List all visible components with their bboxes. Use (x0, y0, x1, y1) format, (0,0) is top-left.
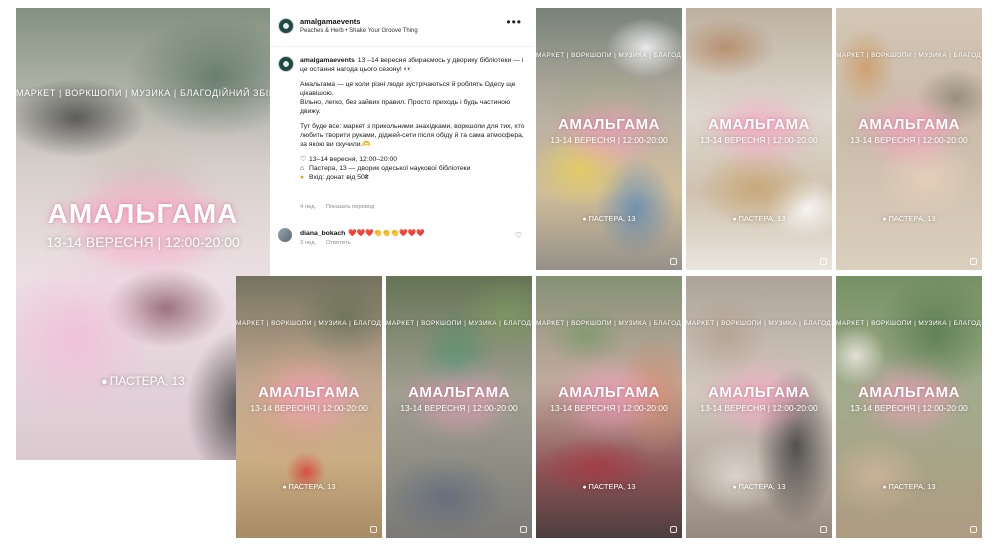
instagram-collage: МАРКЕТ | ВОРКШОПИ | МУЗИКА | БЛАГОДІЙНИЙ… (0, 0, 1000, 548)
story-title: АМАЛЬГАМА (258, 384, 360, 401)
comment-row: diana_bokach ❤️❤️❤️👏👏👏❤️❤️❤️ 3 нед. Ответ… (278, 226, 524, 248)
story-categories: МАРКЕТ | ВОРКШОПИ | МУЗИКА | БЛАГОДІЙНИЙ… (836, 320, 982, 327)
house-icon: ⌂ (300, 165, 305, 172)
story-title: АМАЛЬГАМА (47, 198, 239, 229)
detail-place: ⌂ Пастера, 13 — дворик одеської наукової … (300, 165, 471, 172)
comment-username[interactable]: diana_bokach (300, 230, 345, 237)
caption-username[interactable]: amalgamaevents (300, 57, 355, 64)
story-title: АМАЛЬГАМА (408, 384, 510, 401)
post-username[interactable]: amalgamaevents (300, 17, 360, 26)
story-date: 13-14 ВЕРЕСНЯ | 12:00-20:00 (400, 403, 518, 413)
story-tile-bottom-5[interactable]: МАРКЕТ | ВОРКШОПИ | МУЗИКА | БЛАГОДІЙНИЙ… (836, 276, 982, 538)
story-location: ● ПАСТЕРА, 13 (732, 214, 786, 223)
story-categories: МАРКЕТ | ВОРКШОПИ | МУЗИКА | БЛАГОДІЙНИЙ… (536, 52, 682, 59)
detail-date: ♡ 13–14 вересня, 12:00–20:00 (300, 156, 398, 163)
caption-meta: 4 нед. Показать перевод (300, 204, 382, 210)
location-pin-icon: ● (732, 484, 737, 491)
story-date: 13-14 ВЕРЕСНЯ | 12:00-20:00 (850, 403, 968, 413)
story-categories: МАРКЕТ | ВОРКШОПИ | МУЗИКА | БЛАГОДІЙНИЙ… (16, 88, 270, 98)
location-pin-icon: ● (732, 216, 737, 223)
caption-avatar[interactable] (278, 56, 294, 72)
story-title: АМАЛЬГАМА (558, 116, 660, 133)
location-pin-icon: ● (582, 216, 587, 223)
like-heart-icon[interactable]: ♡ (515, 231, 522, 240)
story-title: АМАЛЬГАМА (858, 116, 960, 133)
story-location: ● ПАСТЕРА, 13 (882, 214, 936, 223)
comment-text: diana_bokach ❤️❤️❤️👏👏👏❤️❤️❤️ (300, 230, 425, 237)
location-pin-icon: ● (882, 216, 887, 223)
location-pin-icon: ● (101, 376, 108, 388)
story-tile-bottom-1[interactable]: МАРКЕТ | ВОРКШОПИ | МУЗИКА | БЛАГОДІЙНИЙ… (236, 276, 382, 538)
story-date: 13-14 ВЕРЕСНЯ | 12:00-20:00 (700, 403, 818, 413)
audio-track[interactable]: Peaches & Herb • Shake Your Groove Thing (300, 28, 418, 34)
story-title: АМАЛЬГАМА (708, 116, 810, 133)
reel-icon (970, 526, 977, 533)
story-date: 13-14 ВЕРЕСНЯ | 12:00-20:00 (46, 234, 240, 250)
comment-time: 3 нед. (300, 240, 317, 246)
story-tile-top-2[interactable]: АМАЛЬГАМА 13-14 ВЕРЕСНЯ | 12:00-20:00 ● П… (686, 8, 832, 270)
story-categories: МАРКЕТ | ВОРКШОПИ | МУЗИКА | БЛАГОДІЙНИЙ… (686, 320, 832, 327)
location-pin-icon: ● (582, 484, 587, 491)
commenter-avatar[interactable] (278, 228, 292, 242)
story-categories: МАРКЕТ | ВОРКШОПИ | МУЗИКА | БЛАГОДІЙНИЙ… (386, 320, 532, 327)
story-tile-big[interactable]: МАРКЕТ | ВОРКШОПИ | МУЗИКА | БЛАГОДІЙНИЙ… (16, 8, 270, 460)
reel-icon (370, 526, 377, 533)
reel-icon (820, 526, 827, 533)
story-title: АМАЛЬГАМА (558, 384, 660, 401)
caption-time: 4 нед. (300, 204, 317, 210)
reply-link[interactable]: Ответить (326, 240, 351, 246)
instagram-post-panel: amalgamaevents Peaches & Herb • Shake Yo… (270, 6, 532, 250)
story-categories: МАРКЕТ | ВОРКШОПИ | МУЗИКА | БЛАГОДІЙНИЙ… (836, 52, 982, 59)
story-date: 13-14 ВЕРЕСНЯ | 12:00-20:00 (700, 135, 818, 145)
post-header: amalgamaevents Peaches & Herb • Shake Yo… (278, 16, 524, 42)
story-location: ● ПАСТЕРА, 13 (282, 482, 336, 491)
story-tile-bottom-4[interactable]: МАРКЕТ | ВОРКШОПИ | МУЗИКА | БЛАГОДІЙНИЙ… (686, 276, 832, 538)
see-translation-link[interactable]: Показать перевод (326, 204, 375, 210)
story-categories: МАРКЕТ | ВОРКШОПИ | МУЗИКА | БЛАГОДІЙНИЙ… (536, 320, 682, 327)
comment-meta: 3 нед. Ответить (300, 240, 359, 246)
story-location: ● ПАСТЕРА, 13 (882, 482, 936, 491)
reel-icon (670, 258, 677, 265)
location-pin-icon: ● (282, 484, 287, 491)
story-location: ● ПАСТЕРА, 13 (582, 214, 636, 223)
reel-icon (970, 258, 977, 265)
story-title: АМАЛЬГАМА (708, 384, 810, 401)
post-caption: amalgamaevents 13 –14 вересня збираємось … (300, 57, 525, 181)
reel-icon (820, 258, 827, 265)
location-pin-icon: ● (882, 484, 887, 491)
story-location: ● ПАСТЕРА, 13 (732, 482, 786, 491)
story-tile-top-1[interactable]: МАРКЕТ | ВОРКШОПИ | МУЗИКА | БЛАГОДІЙНИЙ… (536, 8, 682, 270)
reel-icon (670, 526, 677, 533)
header-divider (270, 46, 532, 47)
story-tile-top-3[interactable]: МАРКЕТ | ВОРКШОПИ | МУЗИКА | БЛАГОДІЙНИЙ… (836, 8, 982, 270)
story-date: 13-14 ВЕРЕСНЯ | 12:00-20:00 (850, 135, 968, 145)
story-tile-bottom-2[interactable]: МАРКЕТ | ВОРКШОПИ | МУЗИКА | БЛАГОДІЙНИЙ… (386, 276, 532, 538)
heart-outline-icon: ♡ (300, 156, 307, 163)
story-location: ● ПАСТЕРА, 13 (101, 374, 185, 388)
profile-avatar[interactable] (278, 18, 294, 34)
story-location: ● ПАСТЕРА, 13 (582, 482, 636, 491)
story-date: 13-14 ВЕРЕСНЯ | 12:00-20:00 (250, 403, 368, 413)
story-date: 13-14 ВЕРЕСНЯ | 12:00-20:00 (550, 135, 668, 145)
story-categories: МАРКЕТ | ВОРКШОПИ | МУЗИКА | БЛАГОДІЙНИЙ… (236, 320, 382, 327)
coin-icon: ● (300, 174, 305, 181)
story-date: 13-14 ВЕРЕСНЯ | 12:00-20:00 (550, 403, 668, 413)
detail-entry: ● Вхід: донат від 50₴ (300, 174, 369, 181)
story-tile-bottom-3[interactable]: МАРКЕТ | ВОРКШОПИ | МУЗИКА | БЛАГОДІЙНИЙ… (536, 276, 682, 538)
more-options-icon[interactable]: ••• (506, 16, 522, 28)
story-title: АМАЛЬГАМА (858, 384, 960, 401)
reel-icon (520, 526, 527, 533)
